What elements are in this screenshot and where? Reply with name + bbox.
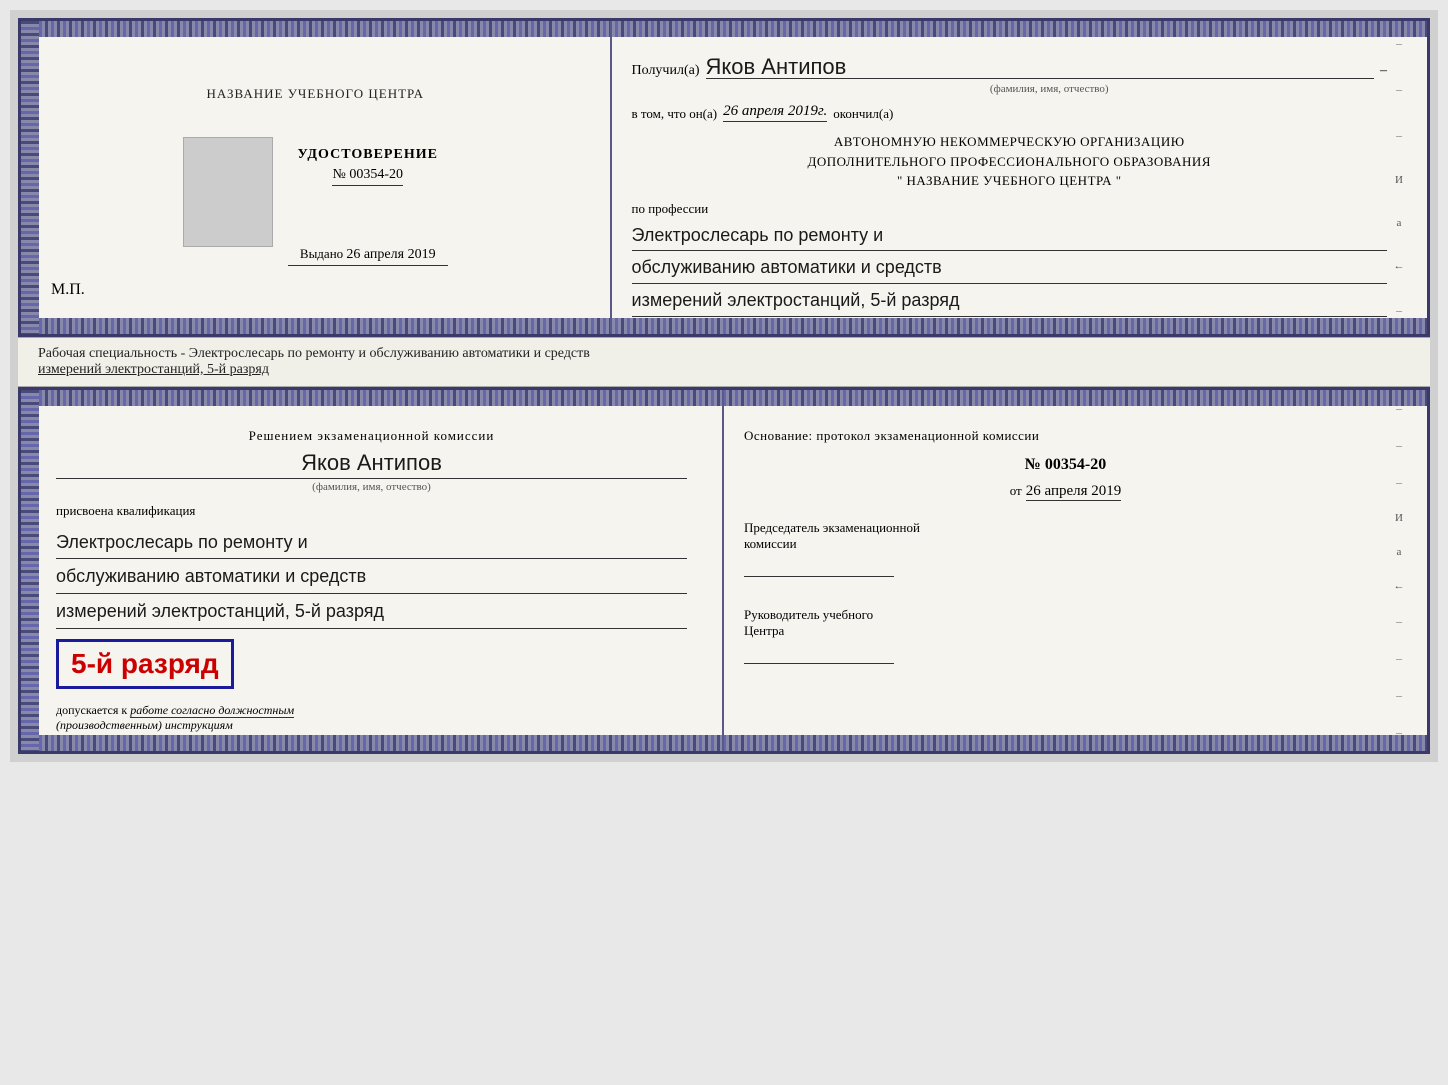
vydano-date: 26 апреля 2019 bbox=[346, 247, 435, 262]
po-professii-label: по профессии bbox=[632, 201, 1387, 217]
predsedatel-block: Председатель экзаменационной комиссии bbox=[744, 520, 1387, 577]
poluchil-line: Получил(а) Яков Антипов – bbox=[632, 56, 1387, 79]
completion-date: 26 апреля 2019г. bbox=[723, 103, 827, 122]
osnovanie-label: Основание: протокол экзаменационной коми… bbox=[744, 428, 1387, 444]
bottom-left-decorative-border bbox=[21, 390, 39, 751]
rukovoditel-label: Руководитель учебного bbox=[744, 607, 1387, 623]
predsedatel-sub: комиссии bbox=[744, 536, 1387, 552]
org-block: АВТОНОМНУЮ НЕКОММЕРЧЕСКУЮ ОРГАНИЗАЦИЮ ДО… bbox=[632, 132, 1387, 191]
page-wrapper: НАЗВАНИЕ УЧЕБНОГО ЦЕНТРА УДОСТОВЕРЕНИЕ №… bbox=[10, 10, 1438, 762]
vydano-label: Выдано bbox=[300, 246, 343, 261]
profession-line2: обслуживанию автоматики и средств bbox=[632, 253, 1387, 284]
qual-line3: измерений электростанций, 5-й разряд bbox=[56, 596, 687, 629]
vydano-block: Выдано 26 апреля 2019 bbox=[288, 246, 448, 266]
bottom-right-margin-indicators: – – – И а ← – – – – bbox=[1393, 390, 1405, 751]
bottom-cert-right-panel: Основание: протокол экзаменационной коми… bbox=[724, 390, 1427, 751]
mp-label: М.П. bbox=[46, 281, 85, 299]
right-margin-indicators: – – – И а ← – bbox=[1393, 21, 1405, 334]
vtom-line: в том, что он(а) 26 апреля 2019г. окончи… bbox=[632, 103, 1387, 122]
middle-text-content2: измерений электростанций, 5-й разряд bbox=[38, 362, 269, 377]
org-line1: АВТОНОМНУЮ НЕКОММЕРЧЕСКУЮ ОРГАНИЗАЦИЮ bbox=[632, 132, 1387, 152]
dopusk-text: работе согласно должностным bbox=[130, 703, 294, 718]
qual-line2: обслуживанию автоматики и средств bbox=[56, 561, 687, 594]
top-cert-left-panel: НАЗВАНИЕ УЧЕБНОГО ЦЕНТРА УДОСТОВЕРЕНИЕ №… bbox=[21, 21, 612, 334]
org-line3: " НАЗВАНИЕ УЧЕБНОГО ЦЕНТРА " bbox=[632, 171, 1387, 191]
rukovoditel-sub: Центра bbox=[744, 623, 1387, 639]
okonchil-label: окончил(а) bbox=[833, 106, 893, 122]
prisvoena-label: присвоена квалификация bbox=[56, 503, 687, 519]
person-name-bottom: Яков Антипов bbox=[56, 450, 687, 479]
udostoverenie-title: УДОСТОВЕРЕНИЕ bbox=[298, 147, 438, 163]
profession-top: Электрослесарь по ремонту и обслуживанию… bbox=[632, 221, 1387, 317]
profession-line1: Электрослесарь по ремонту и bbox=[632, 221, 1387, 252]
protocol-date: 26 апреля 2019 bbox=[1026, 483, 1122, 501]
qual-line1: Электрослесарь по ремонту и bbox=[56, 527, 687, 560]
rukovoditel-block: Руководитель учебного Центра bbox=[744, 607, 1387, 664]
razryad-badge: 5-й разряд bbox=[56, 639, 234, 689]
qualification-text: Электрослесарь по ремонту и обслуживанию… bbox=[56, 527, 687, 629]
resheniem-label: Решением экзаменационной комиссии bbox=[56, 428, 687, 444]
vtom-label: в том, что он(а) bbox=[632, 106, 718, 122]
predsedatel-signature-line bbox=[744, 557, 894, 577]
top-certificate: НАЗВАНИЕ УЧЕБНОГО ЦЕНТРА УДОСТОВЕРЕНИЕ №… bbox=[18, 18, 1430, 337]
udostoverenie-block: УДОСТОВЕРЕНИЕ № 00354-20 bbox=[298, 147, 438, 186]
dopusk-text2: (производственным) инструкциям bbox=[56, 718, 687, 733]
middle-text-strip: Рабочая специальность - Электрослесарь п… bbox=[18, 337, 1430, 387]
top-cert-right-panel: Получил(а) Яков Антипов – (фамилия, имя,… bbox=[612, 21, 1427, 334]
rukovoditel-signature-line bbox=[744, 644, 894, 664]
poluchil-label: Получил(а) bbox=[632, 63, 700, 79]
middle-text-content: Рабочая специальность - Электрослесарь п… bbox=[38, 346, 590, 361]
photo-placeholder bbox=[183, 137, 273, 247]
certificate-number: № 00354-20 bbox=[332, 167, 403, 186]
school-name-top: НАЗВАНИЕ УЧЕБНОГО ЦЕНТРА bbox=[207, 76, 424, 112]
fio-subtitle-top: (фамилия, имя, отчество) bbox=[712, 83, 1387, 95]
dopuskaetsya-block: допускается к работе согласно должностны… bbox=[56, 703, 687, 718]
protocol-number: № 00354-20 bbox=[744, 456, 1387, 474]
profession-line3: измерений электростанций, 5-й разряд bbox=[632, 286, 1387, 317]
ot-date-block: от 26 апреля 2019 bbox=[744, 482, 1387, 500]
ot-label: от bbox=[1010, 483, 1022, 498]
dopuskaetsya-label: допускается к bbox=[56, 703, 127, 717]
bottom-cert-left-panel: Решением экзаменационной комиссии Яков А… bbox=[21, 390, 724, 751]
razryad-number: 5-й разряд bbox=[71, 648, 219, 680]
org-line2: ДОПОЛНИТЕЛЬНОГО ПРОФЕССИОНАЛЬНОГО ОБРАЗО… bbox=[632, 152, 1387, 172]
bottom-certificate: Решением экзаменационной комиссии Яков А… bbox=[18, 387, 1430, 754]
predsedatel-label: Председатель экзаменационной bbox=[744, 520, 1387, 536]
recipient-name-top: Яков Антипов bbox=[706, 56, 1374, 79]
fio-sub-bottom: (фамилия, имя, отчество) bbox=[56, 481, 687, 493]
left-decorative-border bbox=[21, 21, 39, 334]
